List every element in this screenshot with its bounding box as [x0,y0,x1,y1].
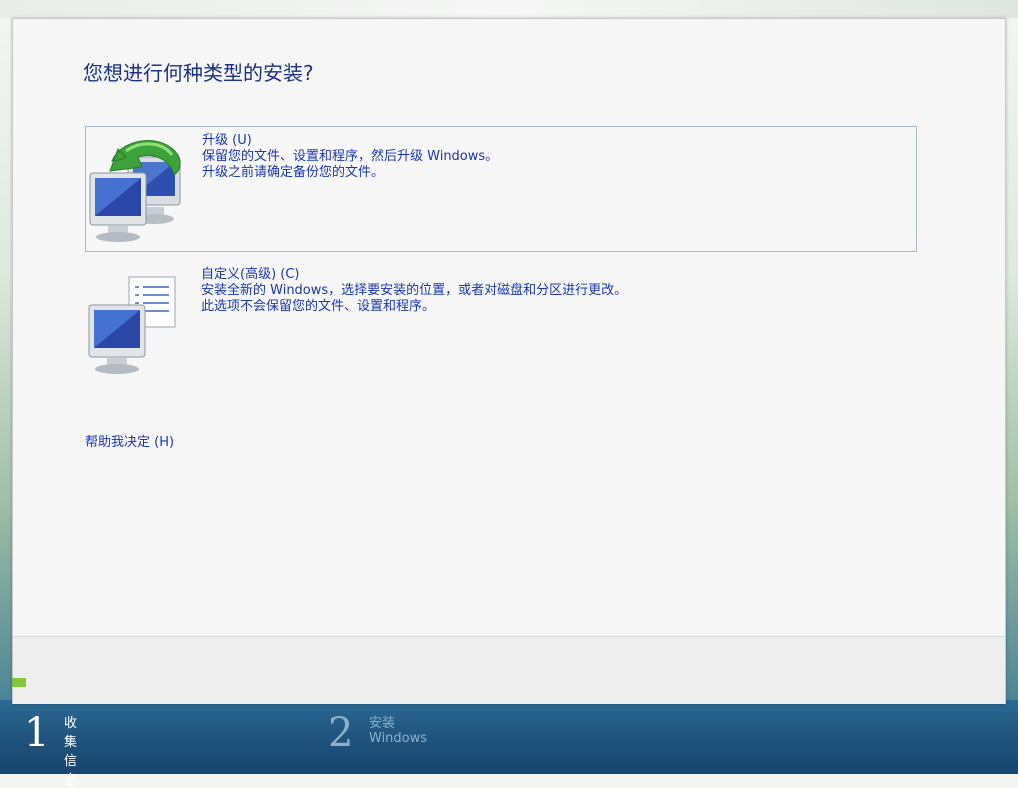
upgrade-option-desc-2: 升级之前请确定备份您的文件。 [202,165,385,180]
custom-option-desc-2: 此选项不会保留您的文件、设置和程序。 [201,299,436,314]
upgrade-computers-icon [89,140,181,242]
custom-install-computer-icon [88,276,176,374]
upgrade-option[interactable]: 升级 (U) 保留您的文件、设置和程序，然后升级 Windows。 升级之前请确… [85,126,917,252]
help-me-decide-link[interactable]: 帮助我决定 (H) [85,431,174,450]
step-2-label: 安装 Windows [369,716,428,746]
step-1-number: 1 [24,710,50,756]
wizard-footer [13,636,1005,704]
setup-wizard-window: 您想进行何种类型的安装? 升级 (U) 保留您的文件、设置和程序，然后升级 Wi… [12,18,1006,704]
desktop-background-top [0,0,1018,18]
setup-progress-bar [0,700,1018,774]
page-title: 您想进行何种类型的安装? [83,61,314,85]
custom-install-option[interactable]: 自定义(高级) (C) 安装全新的 Windows，选择要安装的位置，或者对磁盘… [85,259,917,374]
progress-accent [12,678,26,687]
custom-option-title: 自定义(高级) (C) [201,267,300,282]
step-1-label: 收集信息 [64,716,78,788]
custom-option-desc-1: 安装全新的 Windows，选择要安装的位置，或者对磁盘和分区进行更改。 [201,283,628,298]
upgrade-option-desc-1: 保留您的文件、设置和程序，然后升级 Windows。 [202,149,499,164]
step-2-number: 2 [328,710,354,756]
upgrade-option-title: 升级 (U) [202,133,252,148]
